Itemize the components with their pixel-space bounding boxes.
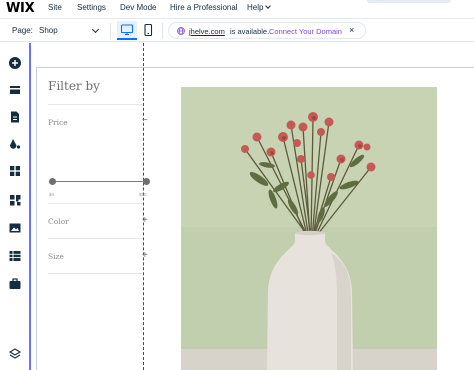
price-max-value: $50	[139, 192, 147, 197]
color-label[interactable]: Color	[48, 217, 69, 226]
pages-icon	[11, 111, 19, 123]
desktop-icon	[120, 24, 134, 36]
expand-color-icon[interactable]: +	[142, 215, 148, 226]
add-apps-button[interactable]	[7, 163, 23, 179]
portfolio-icon	[9, 278, 21, 289]
availability-text: is available.	[230, 27, 270, 36]
business-tools-button[interactable]	[7, 192, 23, 208]
add-elements-button[interactable]	[7, 55, 23, 71]
sections-icon	[10, 86, 20, 94]
domain-link[interactable]: jhelve.com	[189, 27, 225, 36]
top-right-tab[interactable]	[367, 0, 451, 3]
desktop-view-button[interactable]	[117, 21, 137, 40]
media-icon	[9, 223, 21, 233]
close-icon[interactable]: ×	[349, 25, 354, 35]
menu-item-dev-mode[interactable]: Dev Mode	[120, 3, 156, 12]
cms-icon	[9, 251, 21, 261]
pages-menu-button[interactable]	[7, 109, 23, 125]
chevron-down-icon	[265, 3, 272, 9]
cms-button[interactable]	[7, 248, 23, 264]
filter-divider	[48, 104, 143, 105]
page-select[interactable]: Shop	[39, 22, 103, 39]
page-select-value: Shop	[39, 26, 58, 35]
price-range-track[interactable]	[52, 181, 147, 182]
top-menubar: WIX Site Settings Dev Mode Hire a Profes…	[0, 0, 474, 17]
layers-button[interactable]	[7, 346, 23, 362]
editor-toolbar: Page: Shop jhelve.com is available. Conn…	[0, 18, 474, 42]
price-min-value: $4	[49, 192, 55, 197]
product-image[interactable]	[181, 87, 437, 370]
apps-icon	[10, 166, 20, 176]
wix-logo[interactable]: WIX	[6, 1, 35, 16]
connect-domain-link[interactable]: Connect Your Domain	[269, 27, 342, 36]
site-design-button[interactable]	[7, 136, 23, 152]
filter-divider	[48, 203, 143, 204]
globe-icon	[177, 27, 185, 35]
add-section-button[interactable]	[7, 82, 23, 98]
domain-banner: jhelve.com is available. Connect Your Do…	[168, 22, 366, 39]
business-icon	[10, 195, 21, 206]
mobile-icon	[144, 23, 153, 37]
media-button[interactable]	[7, 220, 23, 236]
vase-with-roses-illustration	[181, 87, 437, 370]
add-icon	[9, 57, 21, 69]
editor-canvas[interactable]: Filter by Price − $4 $50 Color + Size +	[33, 43, 474, 370]
chevron-down-icon	[91, 25, 100, 34]
header-guideline	[36, 67, 474, 68]
size-label[interactable]: Size	[48, 252, 64, 261]
menu-item-settings[interactable]: Settings	[77, 3, 106, 12]
portfolio-button[interactable]	[7, 276, 23, 292]
price-min-handle[interactable]	[49, 178, 56, 185]
toolbar-divider	[162, 23, 163, 39]
filter-divider	[48, 238, 143, 239]
menu-item-help-label: Help	[247, 3, 264, 12]
menu-item-hire-a-professional[interactable]: Hire a Professional	[170, 3, 238, 12]
toolbar-divider	[110, 23, 111, 39]
strip-guideline	[36, 67, 37, 370]
design-icon	[10, 139, 21, 149]
page-label: Page:	[12, 26, 33, 35]
layers-icon	[8, 348, 22, 359]
collapse-price-icon[interactable]: −	[142, 115, 148, 126]
price-label[interactable]: Price	[48, 118, 68, 127]
column-divider-guide	[143, 43, 144, 370]
expand-size-icon[interactable]: +	[142, 250, 148, 261]
menu-item-site[interactable]: Site	[48, 3, 62, 12]
mobile-view-button[interactable]	[138, 21, 158, 40]
menu-item-help[interactable]: Help	[247, 3, 272, 12]
filter-title: Filter by	[48, 79, 100, 93]
price-max-handle[interactable]	[143, 178, 150, 185]
left-tool-rail	[0, 43, 31, 370]
filter-divider	[48, 273, 143, 274]
